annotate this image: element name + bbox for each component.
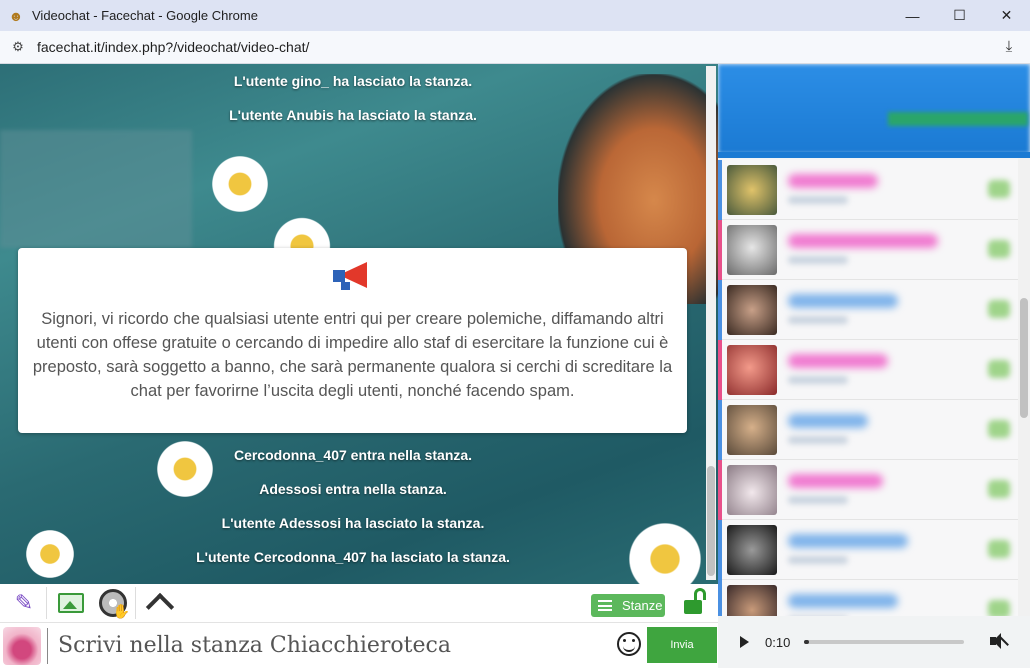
user-list-panel <box>718 64 1030 624</box>
user-list-item[interactable] <box>718 160 1018 220</box>
rooms-button[interactable]: Stanze <box>591 594 665 617</box>
user-list-scrollbar-thumb[interactable] <box>1020 298 1028 418</box>
input-divider <box>47 627 48 664</box>
user-status-blurred <box>788 436 848 444</box>
text-color-button[interactable]: ✎ <box>6 586 42 620</box>
rooms-button-label: Stanze <box>622 598 663 613</box>
mute-icon[interactable] <box>990 633 1009 649</box>
toolbar-divider <box>135 587 136 619</box>
user-list-item[interactable] <box>718 340 1018 400</box>
user-list-header <box>718 64 1030 154</box>
user-name-blurred <box>788 234 938 248</box>
megaphone-icon <box>329 256 377 294</box>
user-avatar <box>727 465 777 515</box>
unlock-icon[interactable] <box>684 588 708 616</box>
blurred-video-preview <box>0 130 192 248</box>
audio-player: 0:10 <box>718 616 1030 668</box>
site-settings-icon[interactable]: ⚙ <box>10 39 26 55</box>
emoji-icon[interactable] <box>617 632 641 656</box>
flower-background <box>205 149 275 219</box>
system-message: Adessosi entra nella stanza. <box>259 481 447 497</box>
disc-icon: ✋ <box>99 589 130 619</box>
announcement-notice: Signori, vi ricordo che qualsiasi utente… <box>18 248 687 433</box>
user-avatar <box>727 165 777 215</box>
chat-toolbar: ✎ ✋ Stanze <box>0 584 718 622</box>
playback-progress-fill <box>804 640 810 644</box>
user-name-blurred <box>788 474 883 488</box>
user-list-item[interactable] <box>718 400 1018 460</box>
chevron-up-icon <box>145 592 175 622</box>
user-avatar <box>727 285 777 335</box>
user-status-blurred <box>788 316 848 324</box>
system-message: L'utente Anubis ha lasciato la stanza. <box>229 107 477 123</box>
system-message: L'utente Adessosi ha lasciato la stanza. <box>221 515 485 531</box>
play-icon[interactable] <box>740 636 749 648</box>
chat-scrollbar-thumb[interactable] <box>707 466 715 576</box>
user-avatar <box>727 345 777 395</box>
user-avatar <box>727 525 777 575</box>
hand-cursor-icon: ✋ <box>112 603 130 619</box>
user-status-blurred <box>788 376 848 384</box>
user-name-blurred <box>788 174 878 188</box>
user-name-blurred <box>788 294 898 308</box>
chat-messages-area: L'utente gino_ ha lasciato la stanza. L'… <box>0 64 718 584</box>
webcam-button[interactable]: ✋ <box>95 586 131 620</box>
user-name-blurred <box>788 414 868 428</box>
maximize-button[interactable]: ☐ <box>936 0 983 31</box>
user-status-blurred <box>788 556 848 564</box>
send-button[interactable]: Invia <box>647 627 717 663</box>
user-badge-blurred <box>988 420 1010 438</box>
user-list-divider <box>718 152 1030 158</box>
close-button[interactable]: ✕ <box>983 0 1030 31</box>
user-status-blurred <box>788 256 848 264</box>
window-title: Videochat - Facechat - Google Chrome <box>32 8 258 23</box>
user-list-item[interactable] <box>718 280 1018 340</box>
avatar[interactable] <box>3 626 41 665</box>
user-list-header-tab <box>888 112 1028 126</box>
user-badge-blurred <box>988 480 1010 498</box>
system-message: L'utente Cercodonna_407 ha lasciato la s… <box>196 549 510 565</box>
message-input-row: Invia <box>0 622 718 668</box>
user-name-blurred <box>788 354 888 368</box>
user-badge-blurred <box>988 240 1010 258</box>
playback-time: 0:10 <box>765 634 791 650</box>
address-bar[interactable]: ⚙ facechat.it/index.php?/videochat/video… <box>0 31 1030 64</box>
user-badge-blurred <box>988 360 1010 378</box>
toolbar-divider <box>46 587 47 619</box>
user-name-blurred <box>788 534 908 548</box>
user-list-item[interactable] <box>718 460 1018 520</box>
window-controls: — ☐ ✕ <box>889 0 1030 31</box>
user-list-item[interactable] <box>718 220 1018 280</box>
playback-progress[interactable] <box>804 640 965 644</box>
chat-scrollbar[interactable] <box>706 66 716 580</box>
user-list-item[interactable] <box>718 520 1018 580</box>
system-message: L'utente gino_ ha lasciato la stanza. <box>233 73 473 89</box>
user-badge-blurred <box>988 300 1010 318</box>
facechat-favicon-icon: ☻ <box>8 7 24 24</box>
message-input[interactable] <box>58 625 598 666</box>
user-name-blurred <box>788 594 898 608</box>
minimize-button[interactable]: — <box>889 0 936 31</box>
send-image-button[interactable] <box>53 586 89 620</box>
expand-toolbar-button[interactable] <box>142 586 178 622</box>
download-icon[interactable]: ⤓ <box>1000 38 1018 56</box>
user-avatar <box>727 405 777 455</box>
user-status-blurred <box>788 196 848 204</box>
user-badge-blurred <box>988 540 1010 558</box>
url-text[interactable]: facechat.it/index.php?/videochat/video-c… <box>37 39 309 55</box>
image-icon <box>58 593 84 613</box>
browser-titlebar: ☻ Videochat - Facechat - Google Chrome —… <box>0 0 1030 31</box>
user-list-scrollbar[interactable] <box>1018 158 1030 624</box>
user-avatar <box>727 225 777 275</box>
list-icon <box>598 600 612 611</box>
user-status-blurred <box>788 496 848 504</box>
user-badge-blurred <box>988 180 1010 198</box>
system-message: Cercodonna_407 entra nella stanza. <box>233 447 473 463</box>
announcement-text: Signori, vi ricordo che qualsiasi utente… <box>32 310 673 400</box>
palette-icon: ✎ <box>14 590 34 615</box>
